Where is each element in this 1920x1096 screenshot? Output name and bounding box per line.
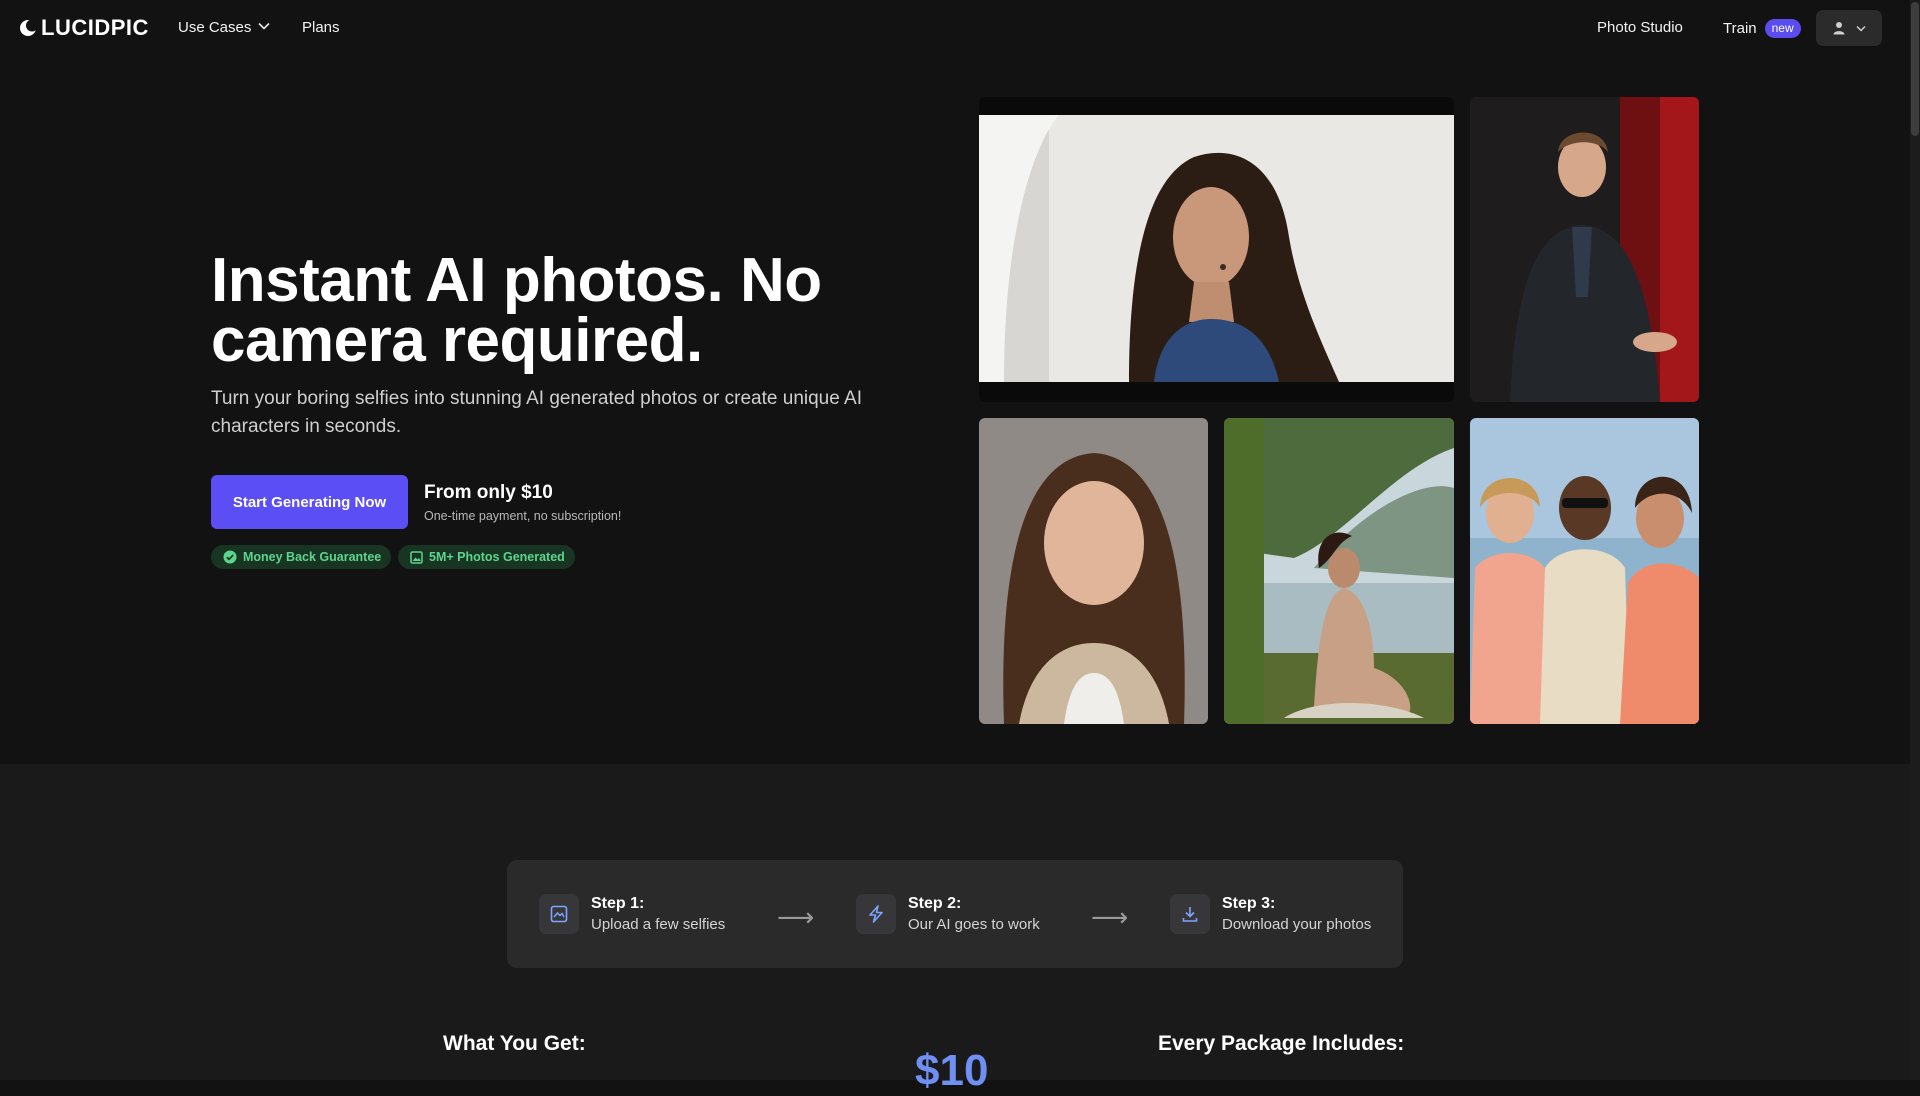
arrow-right-icon: ⟶ (777, 902, 815, 932)
woman-portrait-image (979, 115, 1454, 382)
start-generating-button[interactable]: Start Generating Now (211, 475, 408, 529)
crescent-moon-logo-icon (20, 19, 38, 36)
arrow-right-icon: ⟶ (1091, 902, 1129, 932)
plans-link[interactable]: Plans (302, 19, 340, 36)
man-speaker-image (1470, 97, 1699, 402)
step-3: Step 3: Download your photos (1170, 894, 1371, 934)
use-cases-menu[interactable]: Use Cases (178, 19, 270, 36)
chevron-down-icon (1856, 25, 1866, 32)
sample-photo-woman-portrait (979, 97, 1454, 402)
step-2-title: Step 2: (908, 895, 962, 912)
sample-photo-friends-group (1470, 418, 1699, 724)
what-you-get-heading: What You Get: (443, 1032, 586, 1055)
photos-generated-label: 5M+ Photos Generated (429, 550, 565, 564)
image-icon (410, 550, 423, 564)
steps-card: Step 1: Upload a few selfies ⟶ Step 2: O… (507, 860, 1403, 968)
sample-photo-man-speaker (1470, 97, 1699, 402)
how-it-works-section: Step 1: Upload a few selfies ⟶ Step 2: O… (0, 764, 1910, 1095)
use-cases-label: Use Cases (178, 19, 252, 36)
step-1: Step 1: Upload a few selfies (539, 894, 725, 934)
brand-name: LUCIDPIC (41, 15, 149, 40)
photos-generated-badge: 5M+ Photos Generated (398, 545, 575, 569)
price-lead: From only $10 (424, 482, 553, 503)
money-back-badge: Money Back Guarantee (211, 545, 392, 569)
package-price: $10 (915, 1046, 989, 1095)
step-1-title: Step 1: (591, 895, 645, 912)
step-3-title: Step 3: (1222, 895, 1276, 912)
price-note: One-time payment, no subscription! (424, 509, 622, 523)
upload-image-icon (539, 894, 579, 934)
sample-photo-meditation (1224, 418, 1454, 724)
smiling-woman-image (979, 418, 1208, 724)
every-package-heading: Every Package Includes: (1158, 1032, 1405, 1055)
user-menu-button[interactable] (1816, 10, 1882, 46)
download-icon (1170, 894, 1210, 934)
page-scrollbar[interactable] (1910, 0, 1920, 1080)
chevron-down-icon (258, 22, 270, 30)
step-1-description: Upload a few selfies (591, 916, 726, 933)
sample-photo-smiling-woman (979, 418, 1208, 724)
top-navigation: LUCIDPIC Use Cases Plans Photo Studio Tr… (0, 0, 1910, 58)
train-link[interactable]: Train new (1723, 19, 1801, 38)
scrollbar-thumb[interactable] (1911, 2, 1919, 136)
check-circle-icon (223, 550, 237, 564)
brand-logo[interactable]: LUCIDPIC (18, 15, 149, 41)
step-3-description: Download your photos (1222, 916, 1372, 933)
new-badge: new (1764, 19, 1801, 38)
step-2-description: Our AI goes to work (908, 916, 1040, 933)
hero-section: Instant AI photos. No camera required. T… (0, 58, 1910, 764)
photo-studio-link[interactable]: Photo Studio (1597, 19, 1683, 36)
user-icon (1833, 22, 1845, 35)
meditation-lake-image (1224, 418, 1454, 724)
money-back-label: Money Back Guarantee (243, 550, 382, 564)
hero-subtext: Turn your boring selfies into stunning A… (211, 388, 862, 437)
train-label: Train (1723, 20, 1757, 37)
friends-group-image (1470, 418, 1699, 724)
lightning-icon (856, 894, 896, 934)
step-2: Step 2: Our AI goes to work (856, 894, 1040, 934)
hero-headline: Instant AI photos. No camera required. (211, 246, 822, 375)
